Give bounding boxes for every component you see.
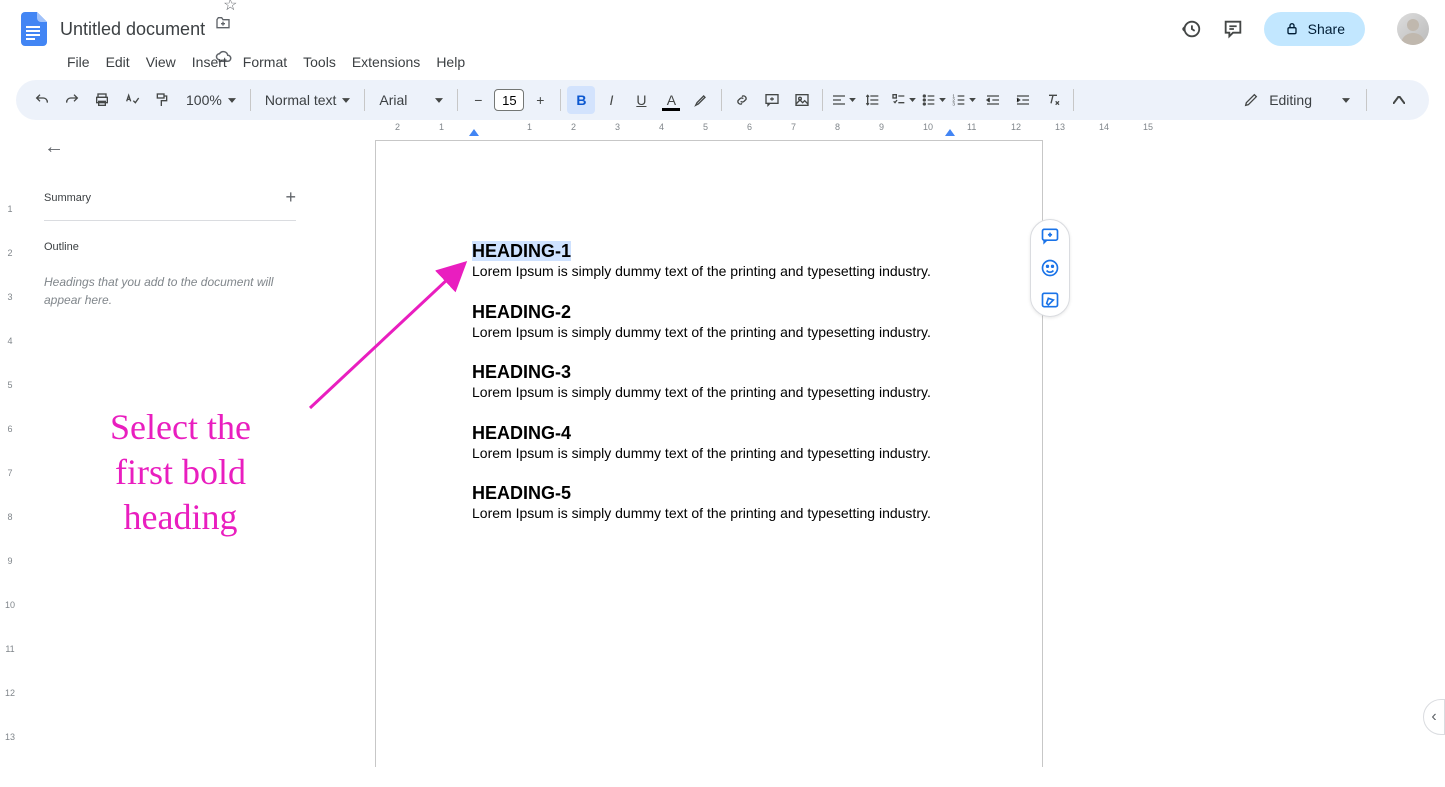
bulleted-list-dropdown[interactable]: [919, 86, 947, 114]
align-dropdown[interactable]: [829, 86, 857, 114]
summary-label: Summary: [44, 192, 91, 204]
document-heading[interactable]: HEADING-1: [472, 241, 571, 261]
menu-format[interactable]: Format: [236, 50, 294, 74]
suggest-edits-icon[interactable]: [1040, 290, 1060, 310]
outline-panel: ← Summary + Outline Headings that you ad…: [20, 120, 320, 767]
italic-button[interactable]: I: [597, 86, 625, 114]
document-heading[interactable]: HEADING-4: [472, 423, 571, 443]
emoji-reaction-icon[interactable]: [1040, 258, 1060, 278]
clear-formatting-button[interactable]: [1039, 86, 1067, 114]
redo-button[interactable]: [58, 86, 86, 114]
move-icon[interactable]: [215, 15, 245, 31]
outline-collapse-button[interactable]: ←: [44, 136, 296, 159]
line-spacing-dropdown[interactable]: [859, 86, 887, 114]
document-page[interactable]: HEADING-1Lorem Ipsum is simply dummy tex…: [375, 140, 1043, 767]
font-family-dropdown[interactable]: Arial: [371, 86, 451, 114]
menu-insert[interactable]: Insert: [185, 50, 234, 74]
outline-hint: Headings that you add to the document wi…: [44, 273, 296, 309]
font-size-input[interactable]: [494, 89, 524, 111]
document-canvas: 21123456789101112131415 HEADING-1Lorem I…: [320, 120, 1445, 767]
decrease-indent-button[interactable]: [979, 86, 1007, 114]
svg-text:3: 3: [952, 101, 955, 106]
document-paragraph[interactable]: Lorem Ipsum is simply dummy text of the …: [472, 383, 946, 403]
highlight-button[interactable]: [687, 86, 715, 114]
numbered-list-dropdown[interactable]: 123: [949, 86, 977, 114]
insert-image-button[interactable]: [788, 86, 816, 114]
decrease-font-button[interactable]: −: [464, 86, 492, 114]
title-bar: Untitled document ☆ Share: [0, 0, 1445, 50]
star-icon[interactable]: ☆: [223, 0, 237, 14]
underline-button[interactable]: U: [627, 86, 655, 114]
add-comment-icon[interactable]: [1040, 226, 1060, 246]
document-title[interactable]: Untitled document: [60, 19, 205, 40]
account-avatar[interactable]: [1397, 13, 1429, 45]
document-heading[interactable]: HEADING-3: [472, 362, 571, 382]
toolbar: 100% Normal text Arial − + B I U A 123 E…: [16, 80, 1429, 120]
text-color-button[interactable]: A: [657, 86, 685, 114]
document-paragraph[interactable]: Lorem Ipsum is simply dummy text of the …: [472, 323, 946, 343]
indent-marker-right[interactable]: [945, 129, 955, 136]
collapse-toolbar-button[interactable]: [1381, 86, 1417, 114]
print-button[interactable]: [88, 86, 116, 114]
zoom-dropdown[interactable]: 100%: [178, 86, 244, 114]
paint-format-button[interactable]: [148, 86, 176, 114]
docs-logo-icon[interactable]: [16, 11, 52, 47]
menu-file[interactable]: File: [60, 50, 97, 74]
share-label: Share: [1308, 21, 1345, 37]
checklist-dropdown[interactable]: [889, 86, 917, 114]
document-paragraph[interactable]: Lorem Ipsum is simply dummy text of the …: [472, 504, 946, 524]
spellcheck-button[interactable]: [118, 86, 146, 114]
outline-label: Outline: [44, 241, 296, 253]
menu-view[interactable]: View: [139, 50, 183, 74]
menu-tools[interactable]: Tools: [296, 50, 343, 74]
insert-link-button[interactable]: [728, 86, 756, 114]
document-paragraph[interactable]: Lorem Ipsum is simply dummy text of the …: [472, 444, 946, 464]
editing-mode-dropdown[interactable]: Editing: [1233, 92, 1360, 108]
menu-extensions[interactable]: Extensions: [345, 50, 427, 74]
undo-button[interactable]: [28, 86, 56, 114]
paragraph-style-dropdown[interactable]: Normal text: [257, 86, 359, 114]
menu-edit[interactable]: Edit: [99, 50, 137, 74]
increase-indent-button[interactable]: [1009, 86, 1037, 114]
insert-comment-button[interactable]: [758, 86, 786, 114]
bold-button[interactable]: B: [567, 86, 595, 114]
comments-icon[interactable]: [1222, 18, 1244, 40]
menu-help[interactable]: Help: [429, 50, 472, 74]
vertical-ruler: 12345678910111213: [0, 120, 20, 767]
history-icon[interactable]: [1180, 18, 1202, 40]
floating-actions: [1030, 219, 1070, 317]
document-paragraph[interactable]: Lorem Ipsum is simply dummy text of the …: [472, 262, 946, 282]
horizontal-ruler: 21123456789101112131415: [375, 120, 1445, 138]
menu-bar: File Edit View Insert Format Tools Exten…: [0, 50, 1445, 80]
indent-marker-left[interactable]: [469, 129, 479, 136]
add-summary-button[interactable]: +: [285, 187, 296, 208]
increase-font-button[interactable]: +: [526, 86, 554, 114]
document-heading[interactable]: HEADING-5: [472, 483, 571, 503]
share-button[interactable]: Share: [1264, 12, 1365, 46]
document-heading[interactable]: HEADING-2: [472, 302, 571, 322]
